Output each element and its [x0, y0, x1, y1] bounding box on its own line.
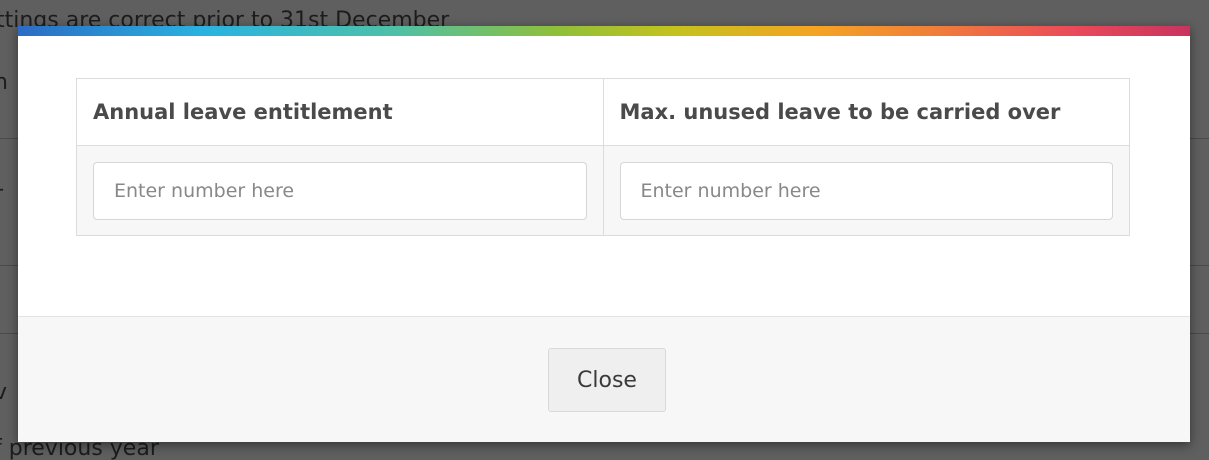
- page: ttings are correct prior to 31st Decembe…: [0, 0, 1209, 460]
- background-fragment: v: [0, 380, 8, 405]
- leave-settings-modal: Annual leave entitlement Max. unused lea…: [18, 26, 1190, 442]
- modal-body: Annual leave entitlement Max. unused lea…: [18, 36, 1190, 316]
- table-row: [76, 145, 1130, 236]
- background-fragment: r: [0, 182, 3, 207]
- header-max-unused-leave: Max. unused leave to be carried over: [602, 78, 1130, 146]
- background-fragment: n: [0, 70, 8, 95]
- max-unused-leave-input[interactable]: [619, 161, 1113, 220]
- close-button[interactable]: Close: [548, 348, 666, 412]
- table-cell: [76, 145, 604, 236]
- annual-leave-entitlement-input[interactable]: [93, 161, 587, 220]
- leave-settings-table: Annual leave entitlement Max. unused lea…: [76, 78, 1130, 236]
- table-header-row: Annual leave entitlement Max. unused lea…: [76, 78, 1130, 146]
- modal-footer: Close: [18, 316, 1190, 442]
- header-annual-leave-entitlement: Annual leave entitlement: [76, 78, 604, 146]
- table-cell: [602, 145, 1130, 236]
- modal-gradient-bar: [18, 26, 1190, 36]
